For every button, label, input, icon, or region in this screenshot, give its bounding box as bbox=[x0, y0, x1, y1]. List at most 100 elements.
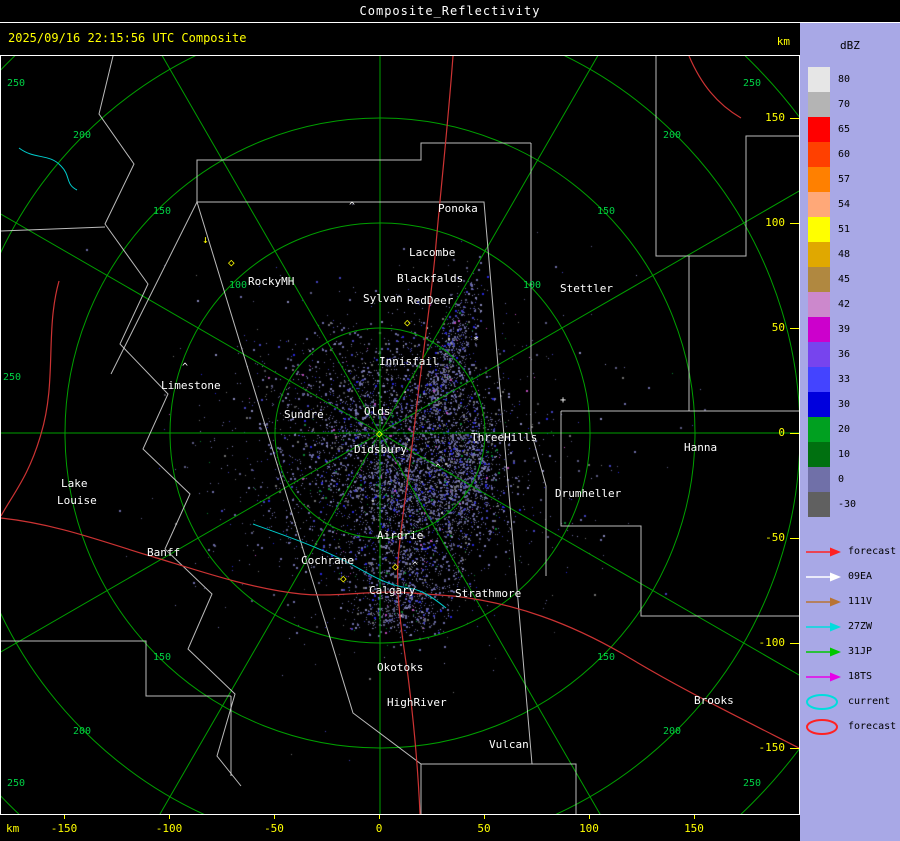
right-axis-tick-label: -100 bbox=[758, 636, 786, 649]
colorbar-row: 70 bbox=[808, 92, 856, 117]
storm-cell-marker: ^ bbox=[412, 561, 419, 572]
header-strip: 2025/09/16 22:15:56 UTC Composite km bbox=[0, 23, 800, 55]
bottom-axis-tick-label: 150 bbox=[684, 822, 704, 835]
legend-label: forecast bbox=[848, 546, 897, 557]
colorbar-swatch bbox=[808, 342, 830, 367]
18TS-arrow-icon bbox=[806, 672, 841, 681]
storm-cell-marker: ^ bbox=[435, 463, 442, 474]
colorbar-swatch bbox=[808, 92, 830, 117]
range-ring-label: 250 bbox=[743, 778, 762, 789]
right-axis-tick bbox=[790, 538, 799, 539]
colorbar-row: 80 bbox=[808, 67, 856, 92]
window-titlebar[interactable]: Composite_Reflectivity bbox=[0, 0, 900, 23]
legend-row: 111V bbox=[804, 589, 896, 614]
colorbar-value: 60 bbox=[838, 149, 851, 160]
right-axis-tick bbox=[790, 433, 799, 434]
colorbar-row: 57 bbox=[808, 167, 856, 192]
colorbar-value: 0 bbox=[838, 474, 845, 485]
colorbar-swatch bbox=[808, 317, 830, 342]
31JP-arrow-icon bbox=[806, 647, 841, 656]
city-label: Cochrane bbox=[301, 554, 354, 567]
right-axis-tick-label: 100 bbox=[765, 216, 785, 229]
colorbar-swatch bbox=[808, 267, 830, 292]
colorbar-value: 70 bbox=[838, 99, 851, 110]
city-label: Vulcan bbox=[489, 738, 529, 751]
colorbar-swatch bbox=[808, 367, 830, 392]
colorbar-swatch bbox=[808, 392, 830, 417]
colorbar-row: 33 bbox=[808, 367, 856, 392]
city-label: Limestone bbox=[161, 379, 221, 392]
colorbar-swatch bbox=[808, 192, 830, 217]
colorbar-swatch bbox=[808, 292, 830, 317]
colorbar-row: 30 bbox=[808, 392, 856, 417]
window-title: Composite_Reflectivity bbox=[359, 4, 541, 18]
colorbar-row: 51 bbox=[808, 217, 856, 242]
legend-label: 111V bbox=[848, 596, 873, 607]
storm-cell-marker: * bbox=[473, 335, 480, 346]
label-layer: 150 100 50 0 -50 -100 -150 250 200 150 100 100 150 20… bbox=[1, 56, 799, 814]
bottom-axis-tick-label: -100 bbox=[155, 822, 183, 835]
colorbar-swatch bbox=[808, 167, 830, 192]
range-ring-label: 250 bbox=[7, 778, 26, 789]
colorbar-row: 39 bbox=[808, 317, 856, 342]
colorbar-value: 45 bbox=[838, 274, 851, 285]
city-label: Ponoka bbox=[438, 202, 478, 215]
radar-site-diamond-icon: ◇ bbox=[340, 572, 347, 585]
colorbar-value: 42 bbox=[838, 299, 851, 310]
legend-row: 18TS bbox=[804, 664, 896, 689]
vector-legend: forecast 09EA 111V 27ZW 31JP 18TS current forec… bbox=[804, 539, 896, 739]
bottom-axis-tick bbox=[589, 815, 590, 819]
range-ring-label: 150 bbox=[597, 206, 616, 217]
bottom-axis-tick-label: 50 bbox=[477, 822, 491, 835]
city-label: Drumheller bbox=[555, 487, 622, 500]
city-label: Hanna bbox=[684, 441, 718, 454]
27ZW-arrow-icon bbox=[806, 622, 841, 631]
bottom-axis-tick bbox=[169, 815, 170, 819]
range-ring-label: 200 bbox=[663, 726, 682, 737]
city-label: Okotoks bbox=[377, 661, 424, 674]
colorbar-value: 36 bbox=[838, 349, 851, 360]
colorbar-row: 65 bbox=[808, 117, 856, 142]
colorbar-row: 54 bbox=[808, 192, 856, 217]
city-label: Brooks bbox=[694, 694, 734, 707]
colorbar-value: 65 bbox=[838, 124, 851, 135]
radar-app-window: Composite_Reflectivity 2025/09/16 22:15:… bbox=[0, 0, 900, 841]
legend-row: 09EA bbox=[804, 564, 896, 589]
right-axis-unit-label: km bbox=[776, 35, 790, 48]
range-ring-label: 250 bbox=[3, 372, 22, 383]
colorbar-value: 80 bbox=[838, 74, 851, 85]
legend-row: forecast bbox=[804, 714, 896, 739]
colorbar-row: 42 bbox=[808, 292, 856, 317]
bottom-axis-tick-label: -150 bbox=[50, 822, 78, 835]
bottom-axis-tick bbox=[694, 815, 695, 819]
current-ellipse-icon bbox=[806, 693, 838, 710]
city-label: Olds bbox=[364, 405, 391, 418]
city-label: HighRiver bbox=[387, 696, 447, 709]
city-label: Didsbury bbox=[354, 443, 407, 456]
bottom-axis-unit-label: km bbox=[6, 822, 20, 835]
range-ring-label: 150 bbox=[597, 652, 616, 663]
legend-label: 09EA bbox=[848, 571, 873, 582]
city-label: Sundre bbox=[284, 408, 324, 421]
radar-site-diamond-icon: ◇ bbox=[376, 427, 383, 440]
111V-arrow-icon bbox=[806, 597, 841, 606]
bottom-axis-tick-label: 100 bbox=[579, 822, 599, 835]
right-axis-tick-label: 50 bbox=[771, 321, 785, 334]
bottom-axis-tick bbox=[274, 815, 275, 819]
city-label: Calgary bbox=[369, 584, 416, 597]
colorbar-row: 36 bbox=[808, 342, 856, 367]
bottom-axis-tick bbox=[379, 815, 380, 819]
colorbar-swatch bbox=[808, 467, 830, 492]
bottom-axis-tick bbox=[484, 815, 485, 819]
right-axis-tick bbox=[790, 328, 799, 329]
colorbar-value: 33 bbox=[838, 374, 851, 385]
colorbar-row: 10 bbox=[808, 442, 856, 467]
colorbar-row: 20 bbox=[808, 417, 856, 442]
range-ring-label: 100 bbox=[523, 280, 542, 291]
city-label: Louise bbox=[57, 494, 97, 507]
dbz-colorbar: 80 70 65 60 57 54 51 48 45 42 39 36 33 30 20 10 0 -30 bbox=[808, 67, 856, 517]
right-axis-tick-label: 0 bbox=[778, 426, 785, 439]
right-axis-tick bbox=[790, 223, 799, 224]
radar-site-diamond-icon: ◇ bbox=[228, 256, 235, 269]
colorbar-swatch bbox=[808, 442, 830, 467]
